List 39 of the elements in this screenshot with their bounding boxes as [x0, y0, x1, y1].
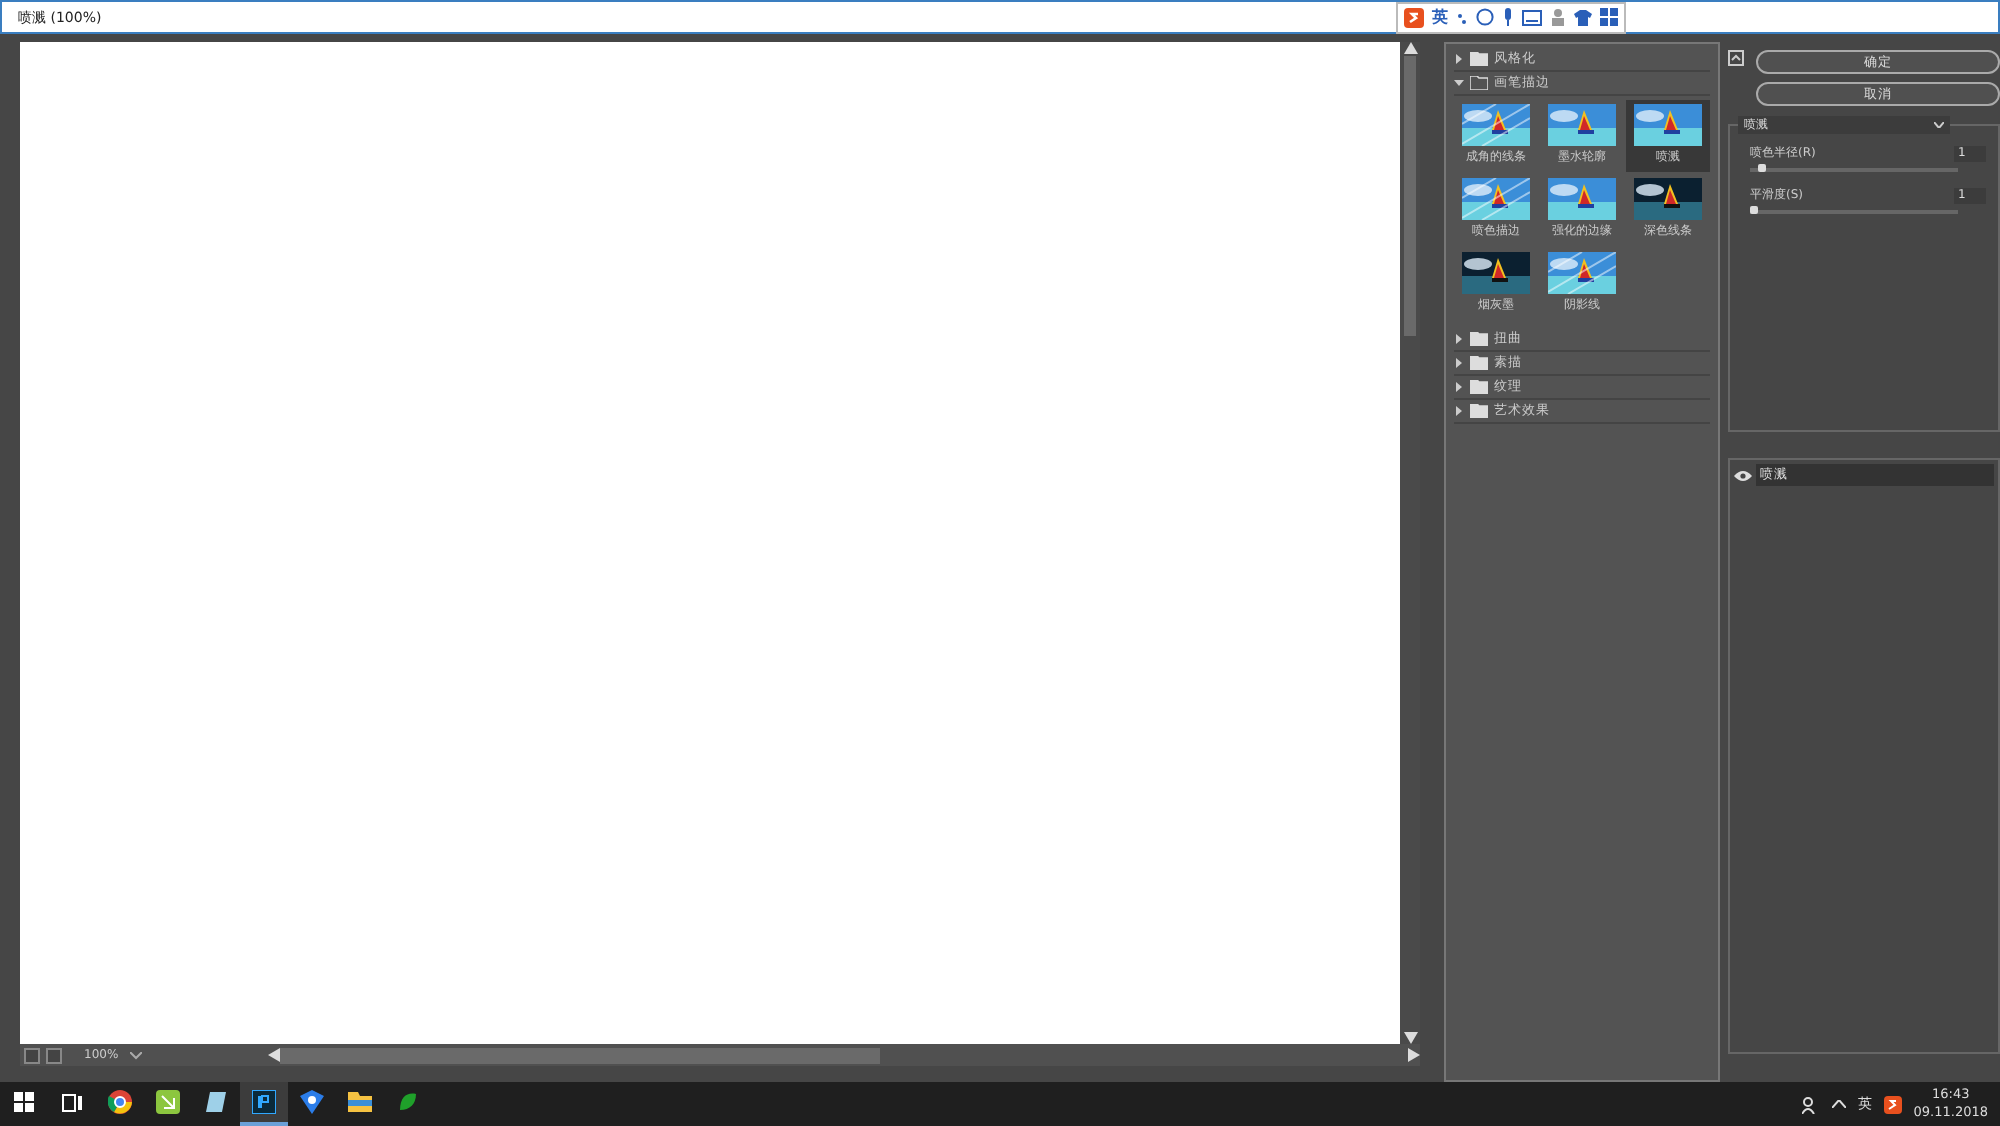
caret-icon[interactable]	[1454, 382, 1464, 392]
zoom-out-button[interactable]	[24, 1047, 40, 1063]
caret-icon[interactable]	[1454, 334, 1464, 344]
emoji-icon[interactable]	[1476, 8, 1494, 26]
task-view-icon[interactable]	[62, 1093, 82, 1111]
collapse-icon[interactable]	[1728, 50, 1744, 66]
ime-logo-icon[interactable]	[1883, 1095, 1902, 1113]
ime-logo-icon	[1404, 7, 1424, 27]
app-icon	[156, 1090, 180, 1114]
scrollbar-thumb[interactable]	[280, 1047, 880, 1063]
eye-icon[interactable]	[1734, 469, 1752, 481]
photoshop-icon	[252, 1090, 276, 1114]
people-icon[interactable]	[1801, 1095, 1820, 1113]
person-icon[interactable]	[1550, 8, 1566, 26]
scroll-right-icon[interactable]	[1408, 1048, 1420, 1062]
caret-icon[interactable]	[1454, 78, 1464, 88]
punctuation-icon[interactable]	[1456, 9, 1468, 25]
app-icon	[204, 1090, 228, 1114]
dropdown-icon[interactable]	[130, 1051, 142, 1059]
language-toggle[interactable]: 英	[1432, 6, 1448, 28]
browser-icon	[108, 1090, 132, 1114]
microphone-icon[interactable]	[1502, 8, 1514, 26]
app-icon	[396, 1090, 420, 1114]
caret-icon[interactable]	[1454, 358, 1464, 368]
taskbar-app[interactable]	[240, 1082, 288, 1126]
zoom-in-button[interactable]	[46, 1047, 62, 1063]
folder-icon	[348, 1092, 372, 1112]
shield-icon	[300, 1090, 324, 1114]
slider-thumb[interactable]	[1750, 206, 1758, 214]
grid-icon[interactable]	[1600, 8, 1618, 26]
keyboard-icon[interactable]	[1522, 9, 1542, 25]
chevron-up-icon[interactable]	[1831, 1100, 1846, 1108]
slider-thumb[interactable]	[1758, 164, 1767, 172]
caret-icon[interactable]	[1454, 54, 1464, 64]
caret-icon[interactable]	[1454, 406, 1464, 416]
shirt-icon[interactable]	[1574, 9, 1592, 25]
caret-icon	[1934, 122, 1944, 128]
scrollbar-thumb[interactable]	[1404, 56, 1416, 336]
windows-icon[interactable]	[14, 1092, 34, 1112]
